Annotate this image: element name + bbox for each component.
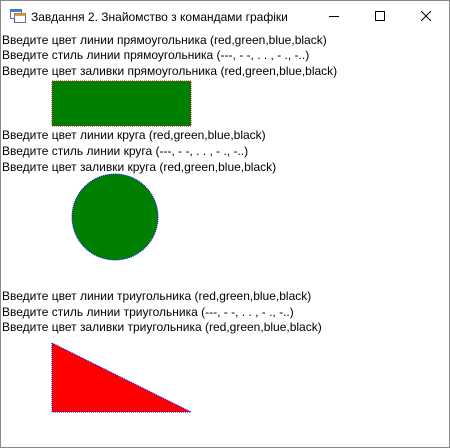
client-area: Введите цвет линии прямоугольника (red,g…: [1, 31, 449, 447]
minimize-icon: [329, 16, 339, 17]
rectangle-shape: [51, 80, 192, 127]
window-title: Завдання 2. Знайомство з командами графі…: [31, 10, 288, 24]
app-window: Завдання 2. Знайомство з командами графі…: [0, 0, 450, 448]
app-window-icon: [10, 9, 26, 23]
minimize-button[interactable]: [311, 1, 357, 31]
circle-shape: [71, 173, 159, 261]
close-icon: [421, 11, 431, 21]
triangle-shape: [51, 342, 192, 413]
close-button[interactable]: [403, 1, 449, 31]
drawing-canvas: [51, 80, 192, 413]
maximize-button[interactable]: [357, 1, 403, 31]
title-bar[interactable]: Завдання 2. Знайомство з командами графі…: [1, 1, 449, 31]
maximize-icon: [375, 11, 385, 21]
